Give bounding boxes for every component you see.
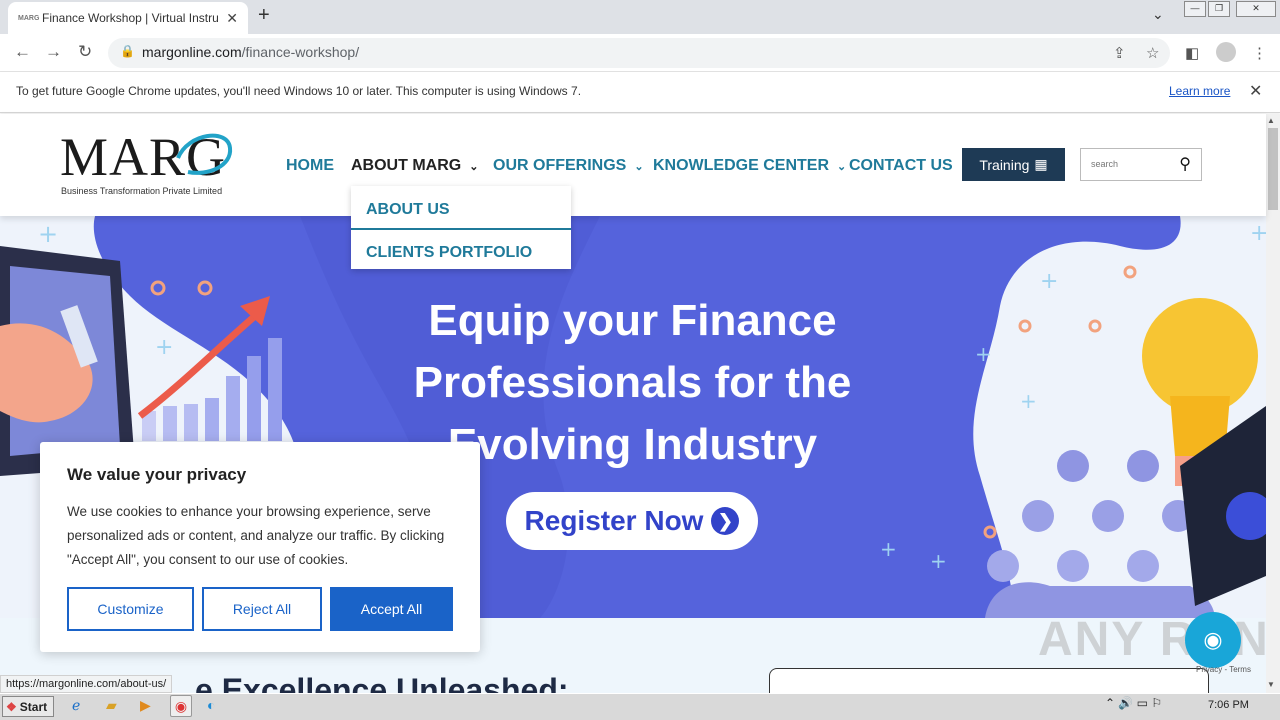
svg-text:+: + [1040,269,1058,294]
cookie-text: We use cookies to enhance your browsing … [67,504,445,567]
calendar-icon: ▦ [1034,156,1048,172]
status-url-bubble: https://margonline.com/about-us/ [0,675,173,693]
bookmark-star-icon[interactable]: ☆ [1146,44,1159,62]
dropdown-divider [351,228,571,230]
search-icon[interactable]: ⚲ [1179,154,1191,174]
windows-taskbar [0,693,1280,720]
nav-knowledge-label: KNOWLEDGE CENTER [653,157,829,174]
training-button[interactable]: Training ▦ [962,148,1065,181]
nav-offerings-label: OUR OFFERINGS [493,157,627,174]
chevron-down-icon: ⌄ [634,161,644,173]
svg-text:+: + [930,549,947,573]
url-text[interactable]: margonline.com/finance-workshop/ [142,44,359,60]
menu-kebab-icon[interactable]: ⋮ [1252,44,1267,62]
profile-avatar-icon[interactable] [1216,42,1236,62]
forward-icon[interactable]: → [45,42,62,62]
accept-all-button[interactable]: Accept All [330,587,453,631]
scroll-down-arrow-icon[interactable]: ▼ [1267,680,1275,689]
edge-icon[interactable]: ◐ [207,697,215,713]
close-tab-icon[interactable]: ✕ [226,10,238,27]
infobar-text: To get future Google Chrome updates, you… [16,84,582,98]
browser-tab[interactable]: MARG Finance Workshop | Virtual Instruct… [8,2,248,34]
favicon-icon: MARG [18,14,40,22]
about-dropdown-menu: ABOUT US CLIENTS PORTFOLIO [351,186,571,269]
learn-more-link[interactable]: Learn more [1169,84,1230,98]
nav-about-marg[interactable]: ABOUT MARG ⌄ [351,157,478,175]
dropdown-item-clients-portfolio[interactable]: CLIENTS PORTFOLIO [366,244,532,262]
nav-contact-us[interactable]: CONTACT US [849,157,953,175]
explorer-folder-icon[interactable]: ▰ [106,697,117,714]
chat-widget-icon[interactable]: ◉ [1185,612,1241,668]
nav-knowledge-center[interactable]: KNOWLEDGE CENTER ⌄ [653,157,846,175]
ie-icon[interactable]: ℯ [72,697,80,714]
svg-text:+: + [880,537,897,561]
customize-button[interactable]: Customize [67,587,194,631]
infobar-close-icon[interactable]: ✕ [1249,81,1262,101]
minimize-button[interactable]: — [1184,1,1206,17]
nav-home-label: HOME [286,157,334,174]
chevron-down-icon: ⌄ [837,161,847,173]
reject-all-button[interactable]: Reject All [202,587,322,631]
taskbar-clock: 7:06 PM [1208,699,1249,711]
start-label: Start [19,699,48,714]
nav-contact-label: CONTACT US [849,157,953,174]
svg-text:+: + [155,335,173,360]
register-label: Register Now [524,505,704,536]
recaptcha-terms[interactable]: Privacy - Terms [1196,665,1251,674]
side-panel-icon[interactable]: ◧ [1185,44,1199,62]
scroll-up-arrow-icon[interactable]: ▲ [1267,116,1275,125]
dropdown-item-about-us[interactable]: ABOUT US [366,201,450,219]
share-icon[interactable]: ⇪ [1113,44,1126,62]
svg-text:+: + [1020,389,1037,413]
new-tab-button[interactable]: + [258,4,270,27]
cookie-title: We value your privacy [67,465,247,484]
scrollbar-thumb[interactable] [1268,128,1278,210]
nav-our-offerings[interactable]: OUR OFFERINGS ⌄ [493,157,644,175]
media-player-icon[interactable]: ▶ [140,697,151,714]
search-input[interactable]: search ⚲ [1080,148,1202,181]
svg-text:+: + [975,342,992,366]
tab-search-chevron-icon[interactable]: ⌄ [1152,6,1164,23]
svg-text:+: + [38,220,58,248]
chrome-icon[interactable]: ◉ [170,695,192,717]
url-path: /finance-workshop/ [241,44,360,60]
url-host: margonline.com [142,44,242,60]
nav-about-label: ABOUT MARG [351,157,462,174]
windows-logo-icon: ❖ [6,699,17,714]
lock-icon[interactable]: 🔒 [120,44,135,58]
logo-swoosh-icon [176,133,233,175]
start-button[interactable]: ❖ Start [2,696,54,717]
tab-title: Finance Workshop | Virtual Instructo [42,11,218,25]
training-label: Training [979,156,1030,173]
nav-home[interactable]: HOME [286,157,334,175]
chevron-down-icon: ⌄ [469,161,479,173]
chevron-right-circle-icon: ❯ [711,507,740,535]
register-now-button[interactable]: Register Now ❯ [506,492,758,550]
svg-text:+: + [1250,221,1266,246]
reload-icon[interactable]: ↻ [78,42,92,62]
search-placeholder: search [1091,159,1119,169]
back-icon[interactable]: ← [14,42,31,62]
maximize-button[interactable]: ❐ [1208,1,1230,17]
window-close-button[interactable]: ✕ [1236,1,1276,17]
system-tray-icons[interactable]: ⌃ 🔊 ▭ ⚐ [1105,696,1162,710]
